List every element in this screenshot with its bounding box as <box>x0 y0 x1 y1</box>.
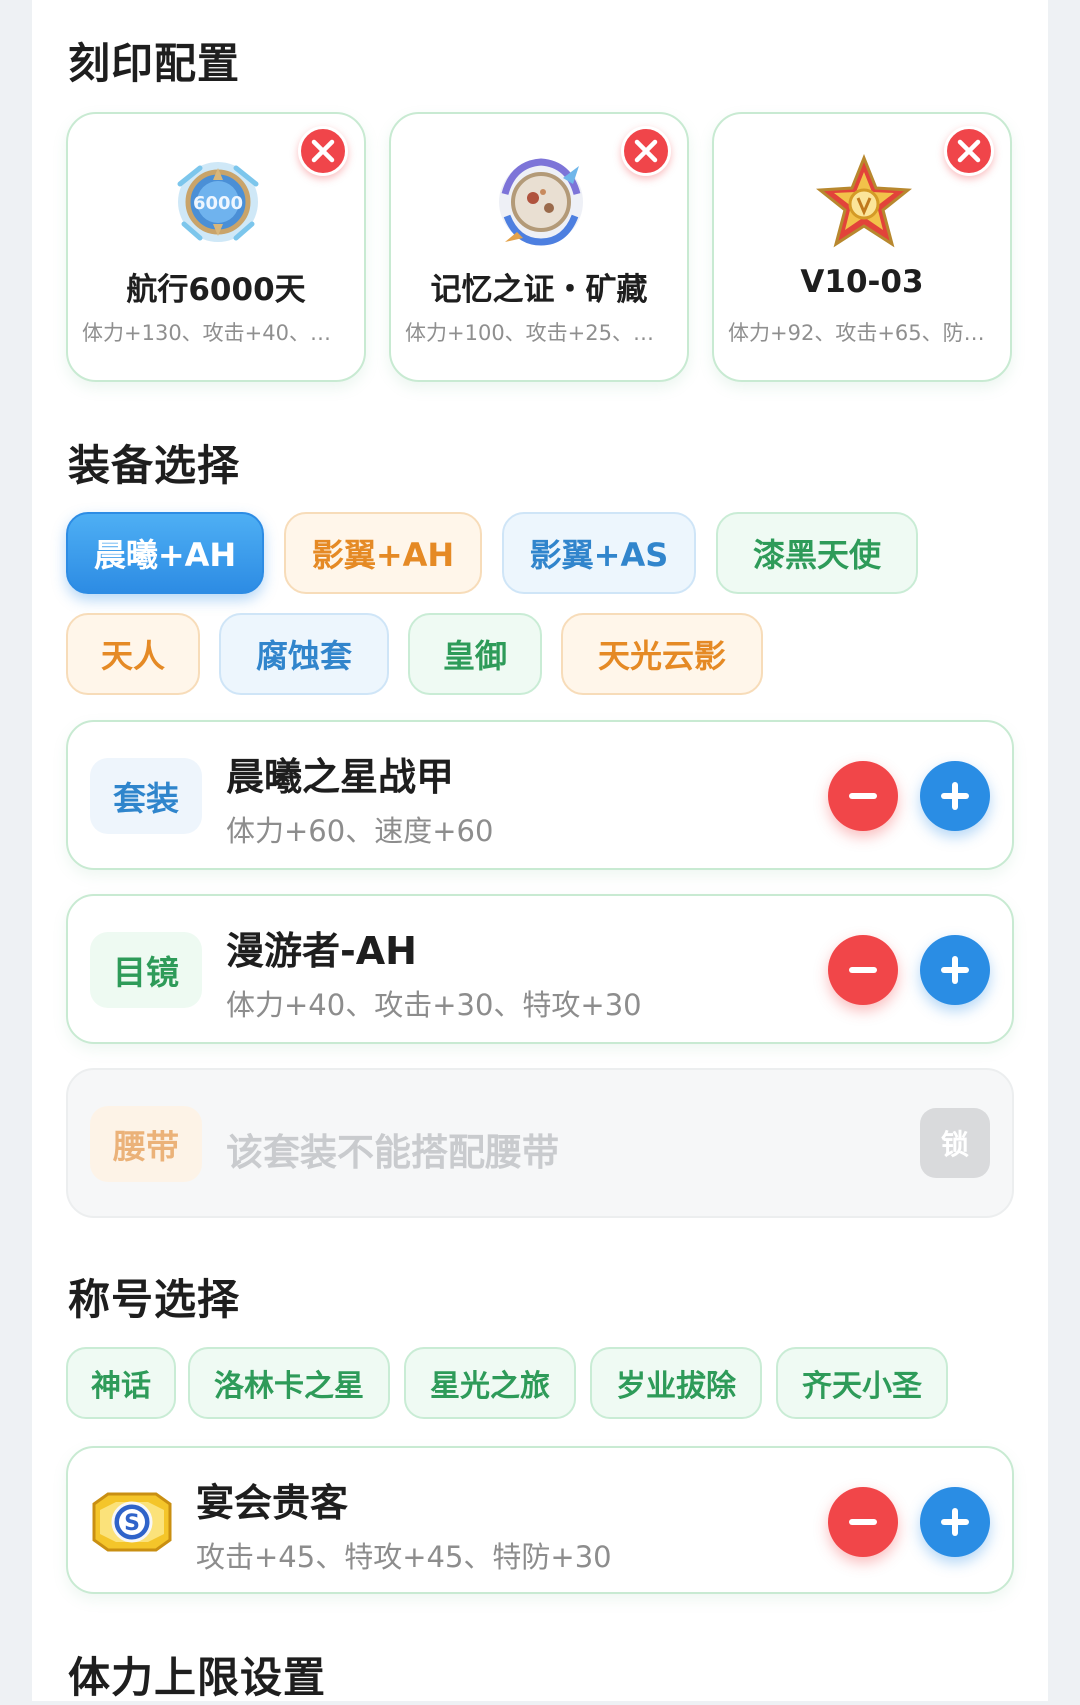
set-chip-tianguang-yunying[interactable]: 天光云影 <box>561 613 763 695</box>
set-chip-huangyu[interactable]: 皇御 <box>408 613 542 695</box>
imprint-card-1[interactable]: 6000 航行6000天 体力+130、攻击+40、… <box>66 112 366 382</box>
svg-text:6000: 6000 <box>193 193 243 214</box>
title-chip-qitian[interactable]: 齐天小圣 <box>776 1347 948 1419</box>
equipment-name: 漫游者-AH <box>226 929 417 973</box>
title-chip-luolinka[interactable]: 洛林卡之星 <box>188 1347 390 1419</box>
add-button[interactable] <box>920 935 990 1005</box>
plus-icon-vertical <box>952 1508 958 1536</box>
set-chip-chenxi-ah[interactable]: 晨曦+AH <box>66 512 264 594</box>
close-icon <box>311 139 335 163</box>
equipment-stats: 体力+60、速度+60 <box>226 814 494 848</box>
config-panel: 刻印配置 6000 航行6000天 体力+130、攻击+40、… 记忆之证・矿藏… <box>32 0 1048 1702</box>
title-name: 宴会贵客 <box>196 1481 349 1525</box>
equipment-name: 晨曦之星战甲 <box>226 755 455 799</box>
star-badge-icon <box>816 154 912 250</box>
minus-icon <box>849 793 877 799</box>
equipment-row-goggles: 目镜 漫游者-AH 体力+40、攻击+30、特攻+30 <box>66 894 1014 1044</box>
imprint-card-3[interactable]: V10-03 体力+92、攻击+65、防… <box>712 112 1012 382</box>
imprint-name: 航行6000天 <box>126 272 306 308</box>
close-icon <box>634 139 658 163</box>
equipment-row-belt: 腰带 该套装不能搭配腰带 锁 <box>66 1068 1014 1218</box>
slot-tag-suit: 套装 <box>90 758 202 834</box>
set-chip-qihei-tianshi[interactable]: 漆黑天使 <box>716 512 918 594</box>
remove-imprint-button[interactable] <box>298 126 348 176</box>
title-stats: 攻击+45、特攻+45、特防+30 <box>196 1540 612 1574</box>
imprint-stats: 体力+100、攻击+25、… <box>405 321 654 345</box>
equipment-stats: 体力+40、攻击+30、特攻+30 <box>226 988 642 1022</box>
current-title-row: S 宴会贵客 攻击+45、特攻+45、特防+30 <box>66 1446 1014 1594</box>
add-button[interactable] <box>920 1487 990 1557</box>
set-chip-fushi[interactable]: 腐蚀套 <box>219 613 389 695</box>
imprint-name: V10-03 <box>800 264 924 300</box>
plus-icon-vertical <box>952 956 958 984</box>
memory-ore-medal-icon <box>493 154 589 250</box>
set-chip-yingyi-as[interactable]: 影翼+AS <box>502 512 696 594</box>
svg-text:S: S <box>124 1511 140 1536</box>
remove-imprint-button[interactable] <box>944 126 994 176</box>
equipment-row-suit: 套装 晨曦之星战甲 体力+60、速度+60 <box>66 720 1014 870</box>
lock-button: 锁 <box>920 1108 990 1178</box>
stamina-section-title: 体力上限设置 <box>68 1653 327 1702</box>
imprint-card-2[interactable]: 记忆之证・矿藏 体力+100、攻击+25、… <box>389 112 689 382</box>
remove-imprint-button[interactable] <box>621 126 671 176</box>
remove-button[interactable] <box>828 935 898 1005</box>
imprint-stats: 体力+130、攻击+40、… <box>82 321 331 345</box>
close-icon <box>957 139 981 163</box>
title-chip-xingguang[interactable]: 星光之旅 <box>404 1347 576 1419</box>
plus-icon-vertical <box>952 782 958 810</box>
remove-button[interactable] <box>828 1487 898 1557</box>
title-chip-shenhua[interactable]: 神话 <box>66 1347 176 1419</box>
title-chip-suiye[interactable]: 岁业拔除 <box>590 1347 762 1419</box>
equipment-section-title: 装备选择 <box>68 441 241 490</box>
set-chip-yingyi-ah[interactable]: 影翼+AH <box>284 512 482 594</box>
title-section-title: 称号选择 <box>68 1275 241 1324</box>
minus-icon <box>849 967 877 973</box>
minus-icon <box>849 1519 877 1525</box>
imprint-section-title: 刻印配置 <box>68 39 241 88</box>
golden-s-badge-icon: S <box>92 1492 172 1552</box>
slot-tag-belt: 腰带 <box>90 1106 202 1182</box>
slot-tag-goggles: 目镜 <box>90 932 202 1008</box>
add-button[interactable] <box>920 761 990 831</box>
voyage-medal-icon: 6000 <box>170 154 266 250</box>
imprint-stats: 体力+92、攻击+65、防… <box>728 321 985 345</box>
belt-disabled-message: 该套装不能搭配腰带 <box>226 1131 559 1174</box>
remove-button[interactable] <box>828 761 898 831</box>
set-chip-tianren[interactable]: 天人 <box>66 613 200 695</box>
imprint-name: 记忆之证・矿藏 <box>430 272 648 308</box>
